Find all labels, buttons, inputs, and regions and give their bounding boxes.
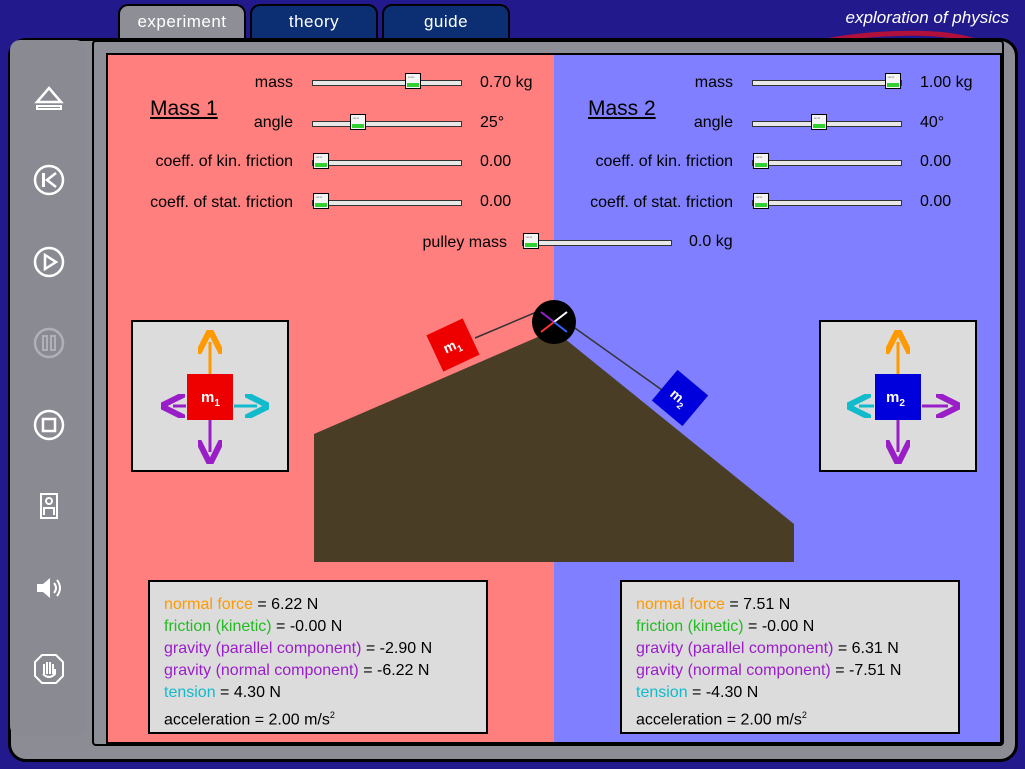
incline-ground <box>314 330 794 562</box>
mass1-free-body-diagram: m1 <box>131 320 289 472</box>
mass1-mass-thumb[interactable] <box>405 73 422 89</box>
hand-button[interactable] <box>32 652 66 686</box>
mass1-kin-thumb[interactable] <box>313 153 329 169</box>
mass1-stat-value: 0.00 <box>480 193 512 210</box>
mass1-title: Mass 1 <box>150 97 218 120</box>
mass1-gpar-row: gravity (parallel component) = -2.90 N <box>164 640 433 657</box>
mass1-stat-label: coeff. of stat. friction <box>150 194 293 211</box>
mass2-free-body-diagram: m2 <box>819 320 977 472</box>
mass2-angle-value: 40° <box>920 114 945 131</box>
mass1-kin-label: coeff. of kin. friction <box>155 153 293 170</box>
mass1-kin-value: 0.00 <box>480 153 512 170</box>
tab-guide[interactable]: guide <box>382 4 510 38</box>
tab-experiment[interactable]: experiment <box>118 4 246 38</box>
mass2-stat-label: coeff. of stat. friction <box>590 194 733 211</box>
mass1-angle-slider[interactable] <box>312 114 462 130</box>
pulley-mass-value: 0.0 kg <box>689 233 733 250</box>
mass2-kin-value: 0.00 <box>920 153 952 170</box>
mass1-mass-label: mass <box>254 74 293 91</box>
mass2-normal-row: normal force = 7.51 N <box>636 596 791 613</box>
mass2-kin-slider[interactable] <box>752 153 902 169</box>
mass1-angle-label: angle <box>253 114 293 131</box>
mass1-gnorm-row: gravity (normal component) = -6.22 N <box>164 662 430 679</box>
pulley-mass-label: pulley mass <box>422 234 507 251</box>
mass1-angle-value: 25° <box>480 114 505 131</box>
mass2-fbd-canvas: m2 <box>821 322 975 470</box>
mass1-fbd-canvas: m1 <box>133 322 287 470</box>
pause-button[interactable] <box>32 326 66 360</box>
mass2-angle-thumb[interactable] <box>811 114 828 130</box>
speaker-icon <box>37 578 61 598</box>
mass2-title: Mass 2 <box>588 97 656 120</box>
rewind-button[interactable] <box>32 163 66 197</box>
sidebar <box>10 40 86 736</box>
play-icon <box>33 246 65 278</box>
mass1-normal-row: normal force = 6.22 N <box>164 596 319 613</box>
tab-bar: experiment theory guide <box>118 4 510 40</box>
mass2-stat-value: 0.00 <box>920 193 952 210</box>
rewind-icon <box>33 164 65 196</box>
play-button[interactable] <box>32 245 66 279</box>
mass1-info-box: normal force = 6.22 N friction (kinetic)… <box>148 580 488 734</box>
person-button[interactable] <box>32 489 66 523</box>
mass2-mass-thumb[interactable] <box>885 73 901 89</box>
mass2-info-box: normal force = 7.51 N friction (kinetic)… <box>620 580 960 734</box>
mass2-gnorm-row: gravity (normal component) = -7.51 N <box>636 662 902 679</box>
tab-theory[interactable]: theory <box>250 4 378 38</box>
mass2-angle-label: angle <box>693 114 733 131</box>
mass2-kin-label: coeff. of kin. friction <box>595 153 733 170</box>
brand-title: exploration of physics <box>845 8 1009 27</box>
pulley <box>532 300 576 344</box>
mass2-gpar-row: gravity (parallel component) = 6.31 N <box>636 640 899 657</box>
sound-button[interactable] <box>32 571 66 605</box>
incline-scene: m1 m2 <box>314 300 794 562</box>
mass2-tension-row: tension = -4.30 N <box>636 684 759 701</box>
person-icon <box>40 493 58 519</box>
mass2-accel-row: acceleration = 2.00 m/s2 <box>636 710 807 729</box>
mass1-tension-row: tension = 4.30 N <box>164 684 281 701</box>
eject-icon <box>34 86 64 110</box>
mass2-stat-thumb[interactable] <box>753 193 769 209</box>
mass2-mass-label: mass <box>694 74 733 91</box>
mass1-mass-value: 0.70 kg <box>480 74 533 91</box>
mass2-angle-slider[interactable] <box>752 114 902 130</box>
mass1-mass-slider[interactable] <box>312 73 462 89</box>
mass1-stat-thumb[interactable] <box>313 193 329 209</box>
mass2-mass-value: 1.00 kg <box>920 74 973 91</box>
eject-button[interactable] <box>32 82 66 116</box>
app-window: experiment theory guide exploration of p… <box>0 0 1025 769</box>
pause-icon <box>33 327 65 359</box>
pulley-mass-slider[interactable] <box>522 233 672 249</box>
mass2-kin-thumb[interactable] <box>753 153 769 169</box>
mass1-angle-thumb[interactable] <box>349 114 366 130</box>
mass1-accel-row: acceleration = 2.00 m/s2 <box>164 710 335 729</box>
pulley-mass-thumb[interactable] <box>523 233 539 249</box>
mass2-stat-slider[interactable] <box>752 193 902 209</box>
mass2-friction-row: friction (kinetic) = -0.00 N <box>636 618 815 635</box>
stop-icon <box>33 409 65 441</box>
mass1-kin-slider[interactable] <box>312 153 462 169</box>
mass2-mass-slider[interactable] <box>752 73 902 89</box>
mass1-friction-row: friction (kinetic) = -0.00 N <box>164 618 343 635</box>
mass1-block[interactable]: m1 <box>426 318 480 372</box>
mass1-stat-slider[interactable] <box>312 193 462 209</box>
stop-button[interactable] <box>32 408 66 442</box>
hand-icon <box>34 654 64 684</box>
